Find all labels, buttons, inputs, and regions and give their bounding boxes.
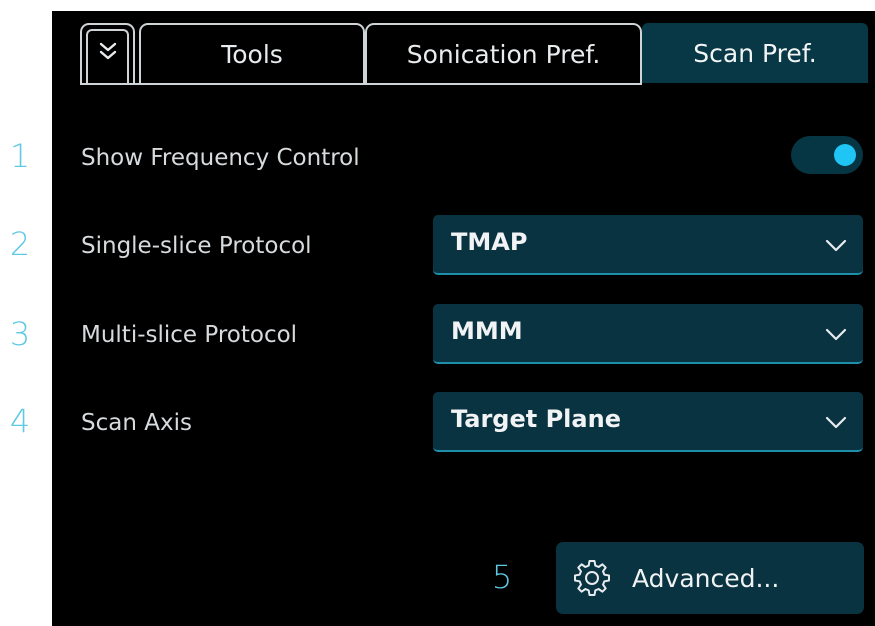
scan-axis-select[interactable]: Target Plane [433, 392, 863, 452]
tab-tools-label: Tools [221, 39, 283, 69]
single-slice-protocol-label: Single-slice Protocol [81, 233, 312, 259]
multi-slice-protocol-select[interactable]: MMM [433, 304, 863, 364]
collapse-tabs-button[interactable] [80, 23, 135, 83]
callout-3: 3 [9, 315, 31, 353]
chevron-down-icon [825, 239, 847, 252]
callout-5: 5 [491, 558, 513, 596]
tab-scan-pref-label: Scan Pref. [693, 38, 817, 68]
callout-1: 1 [9, 137, 31, 175]
scan-preferences-panel: Tools Sonication Pref. Scan Pref. Show F… [52, 11, 875, 626]
gear-icon [574, 560, 610, 596]
multi-slice-protocol-label: Multi-slice Protocol [81, 322, 298, 348]
single-slice-protocol-value: TMAP [451, 228, 528, 256]
tab-underline [80, 83, 642, 85]
tab-sonication-pref[interactable]: Sonication Pref. [365, 23, 642, 83]
tab-tools[interactable]: Tools [139, 23, 365, 83]
scan-axis-value: Target Plane [451, 405, 621, 433]
chevron-down-icon [825, 416, 847, 429]
multi-slice-protocol-value: MMM [451, 317, 523, 345]
advanced-button[interactable]: Advanced... [556, 542, 864, 614]
double-chevron-down-icon [99, 42, 116, 60]
tab-sonication-pref-label: Sonication Pref. [406, 39, 601, 69]
advanced-button-label: Advanced... [632, 564, 780, 593]
callout-2: 2 [9, 225, 31, 263]
scan-axis-label: Scan Axis [81, 410, 192, 436]
show-frequency-control-toggle[interactable] [791, 136, 863, 174]
tab-scan-pref[interactable]: Scan Pref. [642, 23, 868, 83]
single-slice-protocol-select[interactable]: TMAP [433, 215, 863, 275]
toggle-knob [834, 144, 856, 166]
chevron-down-icon [825, 328, 847, 341]
screenshot: 1 2 3 4 Tools Sonication Pref. Scan Pref… [0, 0, 875, 626]
callout-4: 4 [9, 402, 31, 440]
show-frequency-control-label: Show Frequency Control [81, 145, 360, 171]
